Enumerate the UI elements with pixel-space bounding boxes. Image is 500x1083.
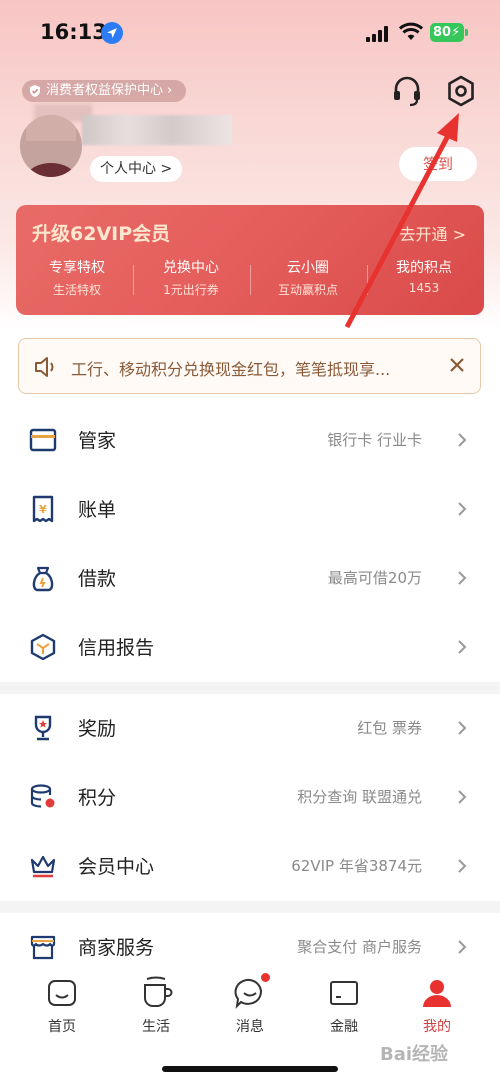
vip-item-sub: 互动赢积点 [277,283,338,297]
avatar[interactable] [20,115,82,177]
tab-label: 金融 [330,1019,358,1035]
chevron-right-icon [458,721,467,735]
location-icon [101,22,123,44]
notice-banner[interactable]: 工行、移动积分兑换现金红包，笔笔抵现享... [18,338,481,394]
vip-open-link[interactable]: 去开通 > [400,221,467,245]
menu-row-label: 账单 [78,499,117,521]
personal-center-button[interactable]: 个人中心 > [90,156,183,182]
tab-mine[interactable]: 我的 [397,974,477,1036]
tab-label: 生活 [142,1019,170,1035]
tab-messages[interactable]: 消息 [210,972,290,1036]
menu-row-hint: 最高可借20万 [327,569,422,587]
chevron-right-icon [458,790,467,804]
bottom-tab-bar: 首页 生活 消息 金融 我的 [0,972,500,1040]
vip-divider [367,265,368,295]
menu-row-merchant-services[interactable]: 商家服务 聚合支付 商户服务 [0,912,500,981]
battery-indicator: 80⚡ [430,23,464,42]
chevron-right-icon [458,640,467,654]
vip-divider [133,265,134,295]
menu-row-points[interactable]: 积分 积分查询 联盟通兑 [0,762,500,831]
trophy-icon [34,715,52,741]
menu-row-label: 管家 [78,430,117,452]
home-indicator[interactable] [162,1066,338,1072]
menu-row-hint: 银行卡 行业卡 [327,431,422,449]
menu-row-bill[interactable]: ¥ 账单 [0,474,500,543]
tab-label: 首页 [48,1019,76,1035]
vip-item-sub: 1453 [408,281,440,295]
chevron-right-icon [458,859,467,873]
cellular-signal-icon [366,26,388,42]
wifi-icon [399,22,423,40]
avatar-placeholder-icon [20,115,82,177]
watermark-logo: Bai经验 [380,1044,449,1065]
vip-item-title: 专享特权 [49,260,105,276]
vip-card[interactable]: 升级62VIP会员 去开通 > 专享特权 生活特权 兑换中心 1元出行券 云小圈… [16,205,484,315]
home-icon [48,980,76,1006]
cup-icon [144,976,173,1007]
menu-row-member-center[interactable]: 会员中心 62VIP 年省3874元 [0,831,500,900]
chevron-right-icon [458,940,467,954]
vip-item-title: 我的积点 [396,260,452,276]
chevron-right-icon [458,571,467,585]
menu-row-butler[interactable]: 管家 银行卡 行业卡 [0,405,500,474]
svg-text:¥: ¥ [39,503,47,516]
menu-row-loan[interactable]: 借款 最高可借20万 [0,543,500,612]
tab-label: 我的 [423,1019,451,1035]
close-icon[interactable] [446,354,468,376]
vip-item-points[interactable]: 我的积点 1453 [369,257,479,295]
credit-cube-icon [30,633,56,661]
vip-item-sub: 生活特权 [52,283,101,297]
tab-life[interactable]: 生活 [116,974,196,1036]
profile-icon [423,980,451,1007]
speaker-icon [35,357,54,377]
vip-item-sub: 1元出行券 [163,283,219,297]
shop-icon [30,935,56,960]
tab-label: 消息 [236,1019,264,1035]
menu-row-label: 奖励 [78,718,117,740]
menu-row-label: 积分 [78,787,117,809]
status-bar: 16:13 80⚡ [0,0,500,66]
consumer-protection-link[interactable]: 消费者权益保护中心 › [22,80,187,102]
menu-row-hint: 聚合支付 商户服务 [297,938,422,956]
menu-row-hint: 红包 票券 [357,719,422,737]
notice-text: 工行、移动积分兑换现金红包，笔笔抵现享... [71,360,391,379]
chevron-right-icon: › [167,83,173,98]
menu-row-label: 会员中心 [78,856,155,878]
menu-row-rewards[interactable]: 奖励 红包 票券 [0,693,500,762]
vip-item-exchange[interactable]: 兑换中心 1元出行券 [136,257,246,298]
coins-icon [30,784,55,808]
tab-home[interactable]: 首页 [22,974,102,1036]
status-time: 16:13 [40,20,107,44]
blurred-username [82,115,232,145]
crown-icon [30,855,56,878]
vip-title: 升级62VIP会员 [32,223,171,245]
tab-finance[interactable]: 金融 [304,974,384,1036]
loan-bag-icon [32,566,54,592]
card-icon [29,428,57,452]
menu-row-hint: 62VIP 年省3874元 [291,857,422,875]
vip-item-title: 兑换中心 [163,260,219,276]
menu-row-credit-report[interactable]: 信用报告 [0,612,500,681]
menu-row-label: 借款 [78,568,117,590]
finance-card-icon [330,981,358,1005]
menu-row-label: 商家服务 [78,937,155,959]
vip-item-circle[interactable]: 云小圈 互动赢积点 [253,257,363,298]
unread-badge [260,972,271,983]
checkin-button[interactable]: 签到 [399,147,477,181]
vip-item-privileges[interactable]: 专享特权 生活特权 [22,257,132,298]
shield-icon [30,85,40,97]
gear-icon[interactable] [444,74,478,108]
headset-icon[interactable] [390,74,424,108]
consumer-protection-label: 消费者权益保护中心 [46,83,164,98]
vip-divider [250,265,251,295]
battery-tip [465,29,468,36]
bill-icon: ¥ [32,495,54,523]
menu-row-hint: 积分查询 联盟通兑 [297,788,422,806]
menu-row-label: 信用报告 [78,637,155,659]
vip-item-title: 云小圈 [287,260,329,276]
chevron-right-icon [458,433,467,447]
chevron-right-icon [458,502,467,516]
